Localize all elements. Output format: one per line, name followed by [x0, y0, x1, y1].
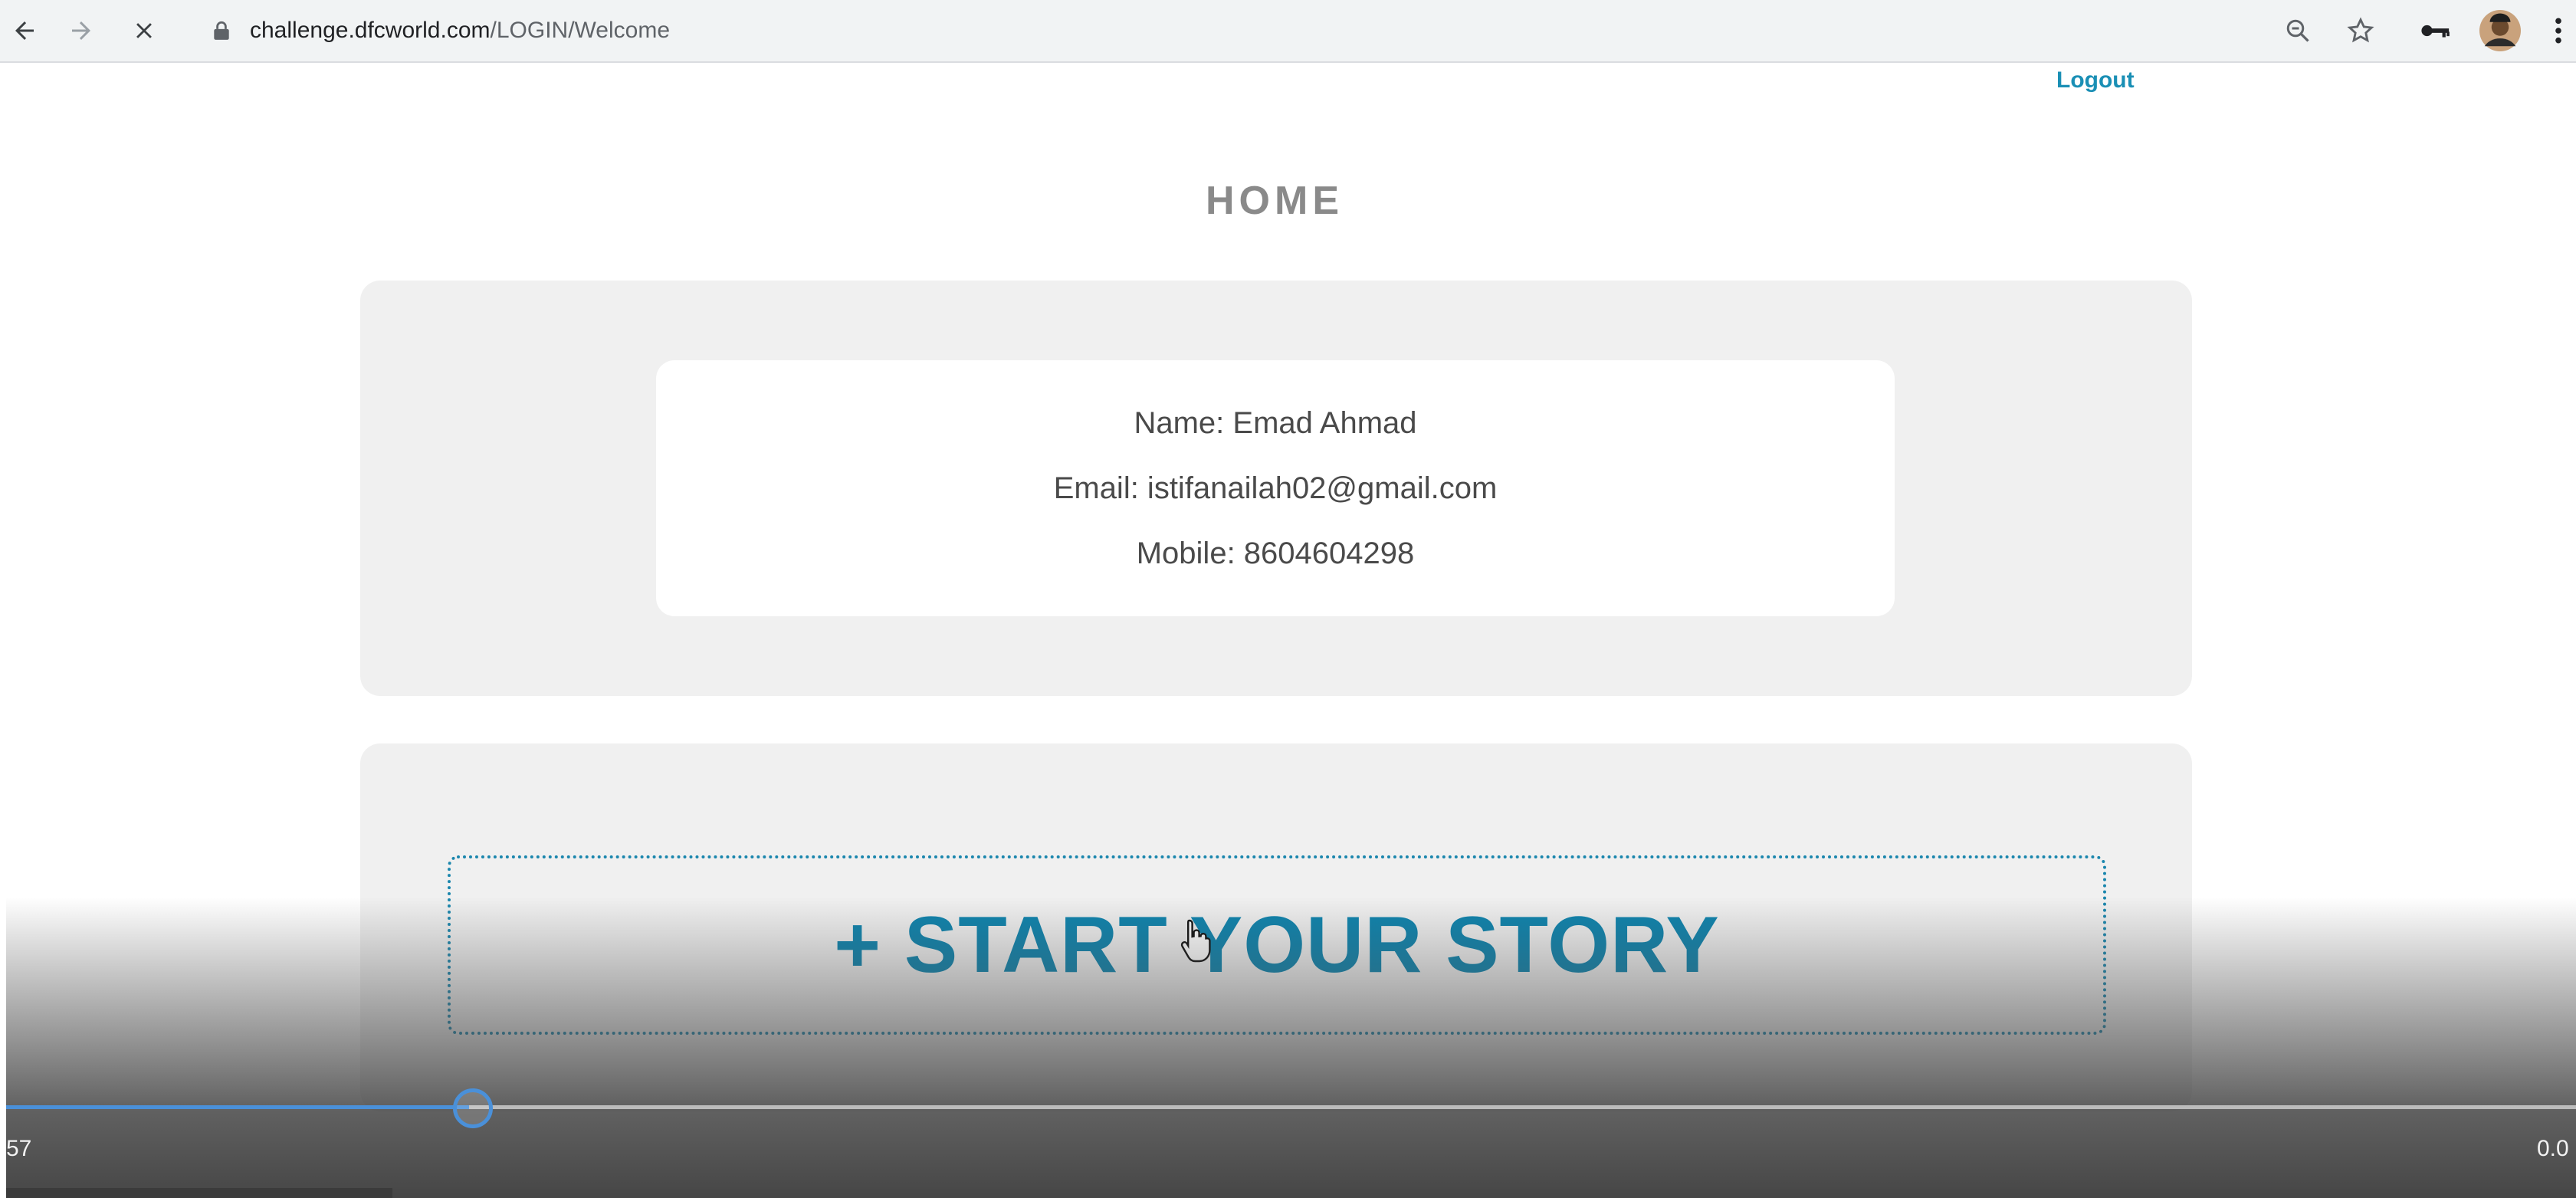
video-scrubber-progress — [6, 1105, 469, 1109]
back-arrow-icon[interactable] — [0, 6, 49, 55]
address-bar[interactable]: challenge.dfcworld.com/LOGIN/Welcome — [189, 6, 2296, 55]
profile-email: Email: istifanailah02@gmail.com — [1053, 471, 1498, 505]
url-path: /LOGIN/Welcome — [490, 18, 671, 43]
profile-card: Name: Emad Ahmad Email: istifanailah02@g… — [656, 360, 1895, 616]
video-scrubber-track[interactable] — [6, 1105, 2576, 1109]
forward-arrow-icon[interactable] — [57, 6, 106, 55]
profile-name: Name: Emad Ahmad — [1134, 405, 1417, 440]
zoom-icon[interactable] — [2273, 6, 2322, 55]
url-domain: challenge.dfcworld.com — [250, 18, 491, 43]
time-remaining: 0.0 — [2537, 1136, 2569, 1161]
video-scrubber-handle[interactable] — [452, 1088, 493, 1128]
browser-toolbar: challenge.dfcworld.com/LOGIN/Welcome — [0, 0, 2576, 63]
hand-cursor-icon — [1180, 918, 1214, 973]
more-vert-icon[interactable] — [2542, 6, 2575, 55]
profile-mobile: Mobile: 8604604298 — [1136, 536, 1415, 570]
profile-avatar-icon[interactable] — [2476, 6, 2525, 55]
profile-panel: Name: Emad Ahmad Email: istifanailah02@g… — [360, 281, 2192, 696]
star-icon[interactable] — [2336, 6, 2385, 55]
time-elapsed: 57 — [6, 1136, 32, 1161]
start-story-button[interactable]: + START YOUR STORY — [448, 855, 2106, 1035]
url-text: challenge.dfcworld.com/LOGIN/Welcome — [250, 18, 670, 44]
lock-icon — [212, 20, 231, 41]
close-icon[interactable] — [120, 6, 169, 55]
player-bottom-bar — [6, 1188, 392, 1198]
logout-link[interactable]: Logout — [2056, 67, 2135, 94]
story-panel: + START YOUR STORY — [360, 743, 2192, 1111]
key-icon[interactable] — [2411, 6, 2460, 55]
page-title: HOME — [1206, 179, 1344, 223]
